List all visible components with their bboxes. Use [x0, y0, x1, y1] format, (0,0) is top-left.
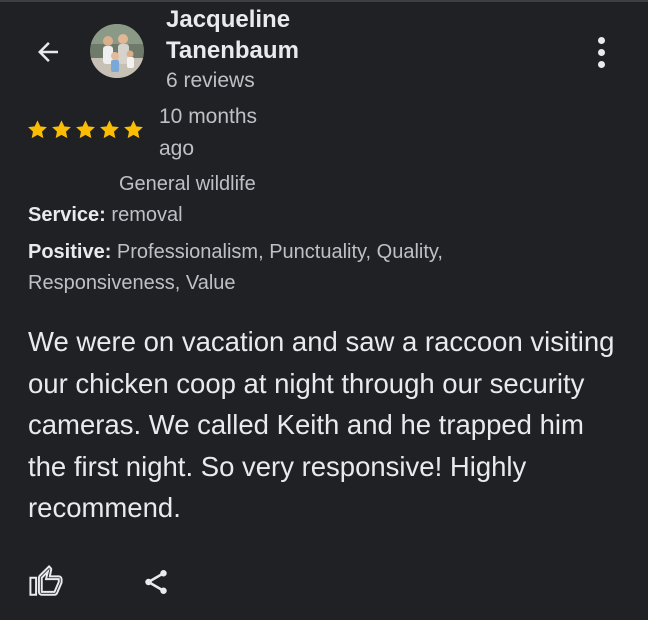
- more-vert-icon-dot: [597, 36, 605, 44]
- share-icon: [145, 570, 167, 594]
- more-options-button[interactable]: [585, 34, 617, 70]
- more-vert-icon-dot: [597, 48, 605, 56]
- service-value-line1: General wildlife: [119, 173, 256, 195]
- review-text: We were on vacation and saw a raccoon vi…: [28, 326, 615, 523]
- avatar[interactable]: [90, 24, 144, 78]
- star-icon: [52, 120, 71, 139]
- thumb-up-icon: [29, 565, 63, 596]
- share-button[interactable]: [136, 562, 176, 602]
- service-label: Service:: [28, 204, 106, 226]
- author-name[interactable]: Jacqueline Tanenbaum: [166, 4, 366, 66]
- avatar-photo: [90, 24, 144, 78]
- back-button[interactable]: [28, 32, 68, 72]
- star-icon: [76, 120, 95, 139]
- positive-label: Positive:: [28, 241, 112, 263]
- service-value-line2: removal: [111, 204, 183, 226]
- arrow-back-icon: [38, 42, 58, 62]
- star-rating: [26, 118, 145, 142]
- star-icon: [28, 120, 47, 139]
- top-divider: [0, 0, 648, 2]
- more-vert-icon-dot: [597, 60, 605, 68]
- service-attribute: General wildlife Service: removal: [28, 169, 328, 231]
- like-button[interactable]: [26, 562, 66, 602]
- review-time: 10 months ago: [159, 105, 258, 160]
- positive-attribute: Positive: Professionalism, Punctuality, …: [28, 237, 498, 299]
- star-icon: [100, 120, 119, 139]
- star-icon: [124, 120, 143, 139]
- review-count[interactable]: 6 reviews: [166, 68, 255, 94]
